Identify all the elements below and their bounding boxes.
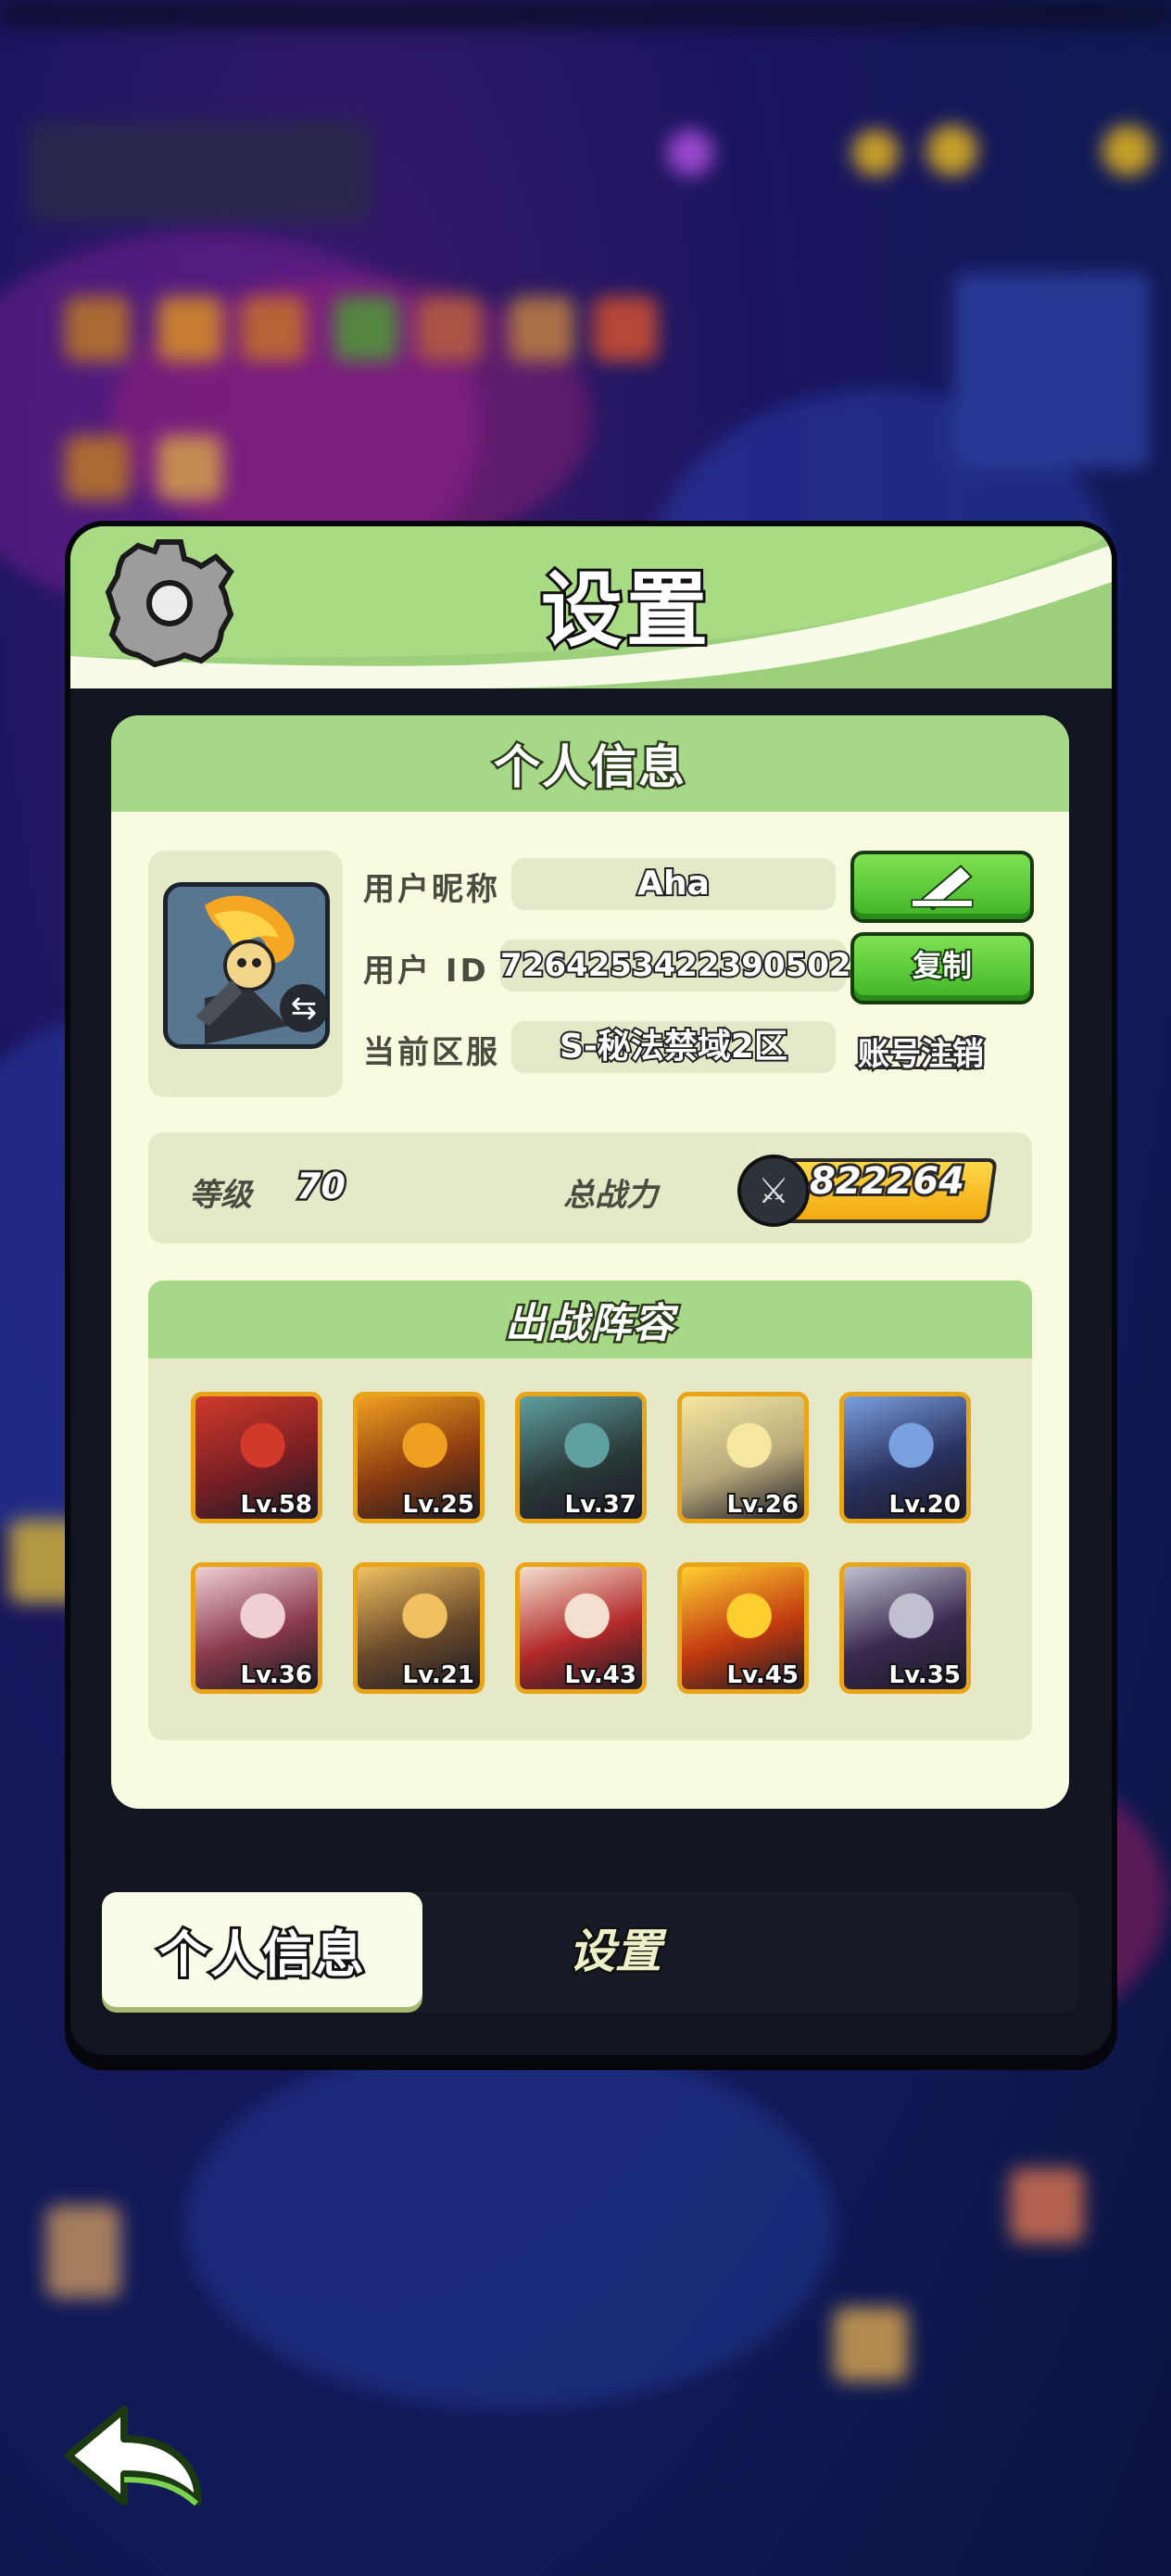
hero-level: Lv.21: [401, 1660, 476, 1689]
tab-bar: 个人信息 设置: [102, 1892, 1078, 2013]
hero-card[interactable]: Lv.20: [839, 1392, 971, 1523]
hero-card[interactable]: Lv.37: [515, 1392, 647, 1523]
hero-level: Lv.35: [888, 1660, 963, 1689]
user-id-label: 用户 ID: [363, 953, 489, 990]
swap-icon[interactable]: ⇆: [280, 984, 328, 1032]
deregister-account-link[interactable]: 账号注销: [856, 1029, 987, 1076]
hero-level: Lv.36: [239, 1660, 314, 1689]
hero-card[interactable]: Lv.25: [353, 1392, 485, 1523]
nickname-label: 用户昵称: [363, 871, 500, 908]
hero-level: Lv.37: [563, 1489, 638, 1519]
stats-bar: 等级 70 总战力 ⚔ 822264: [148, 1132, 1032, 1244]
hero-card[interactable]: Lv.35: [839, 1562, 971, 1694]
level-value: 70: [295, 1164, 348, 1209]
hero-card[interactable]: Lv.43: [515, 1562, 647, 1694]
hero-card[interactable]: Lv.58: [191, 1392, 322, 1523]
hero-level: Lv.43: [563, 1660, 638, 1689]
server-field: S-秘法禁域2区: [511, 1021, 836, 1073]
hero-card[interactable]: Lv.21: [353, 1562, 485, 1694]
hero-card[interactable]: Lv.26: [677, 1392, 809, 1523]
power-label: 总战力: [563, 1177, 658, 1214]
crossed-swords-icon: ⚔: [737, 1155, 810, 1227]
lineup-title: 出战阵容: [503, 1298, 676, 1350]
battle-lineup: 出战阵容 Lv.58 Lv.25 Lv.37 Lv.26 Lv.20 Lv.36 Lv.21…: [148, 1281, 1032, 1740]
pencil-icon: [911, 865, 974, 911]
hero-level: Lv.25: [401, 1489, 476, 1519]
user-id-field: 72642534223905021: [498, 940, 875, 991]
dialog-title: 设置: [538, 560, 711, 661]
avatar-card: ⇆: [148, 851, 343, 1097]
profile-panel: 个人信息 ⇆ 用户昵称 Aha 用户 ID 72642534223905021 …: [111, 715, 1069, 1809]
hero-card[interactable]: Lv.45: [677, 1562, 809, 1694]
server-label: 当前区服: [363, 1034, 500, 1071]
hero-level: Lv.20: [888, 1489, 963, 1519]
profile-section-title: 个人信息: [492, 739, 687, 797]
power-value: 822264: [807, 1157, 967, 1206]
edit-nickname-button[interactable]: [850, 851, 1034, 923]
copy-id-button[interactable]: 复制: [850, 932, 1034, 1004]
settings-dialog: 设置 个人信息 ⇆ 用户昵称 Aha 用户 ID 726425342239050…: [65, 521, 1117, 2061]
back-arrow-icon[interactable]: [59, 2400, 208, 2511]
hero-level: Lv.26: [725, 1489, 800, 1519]
profile-panel-header: 个人信息: [111, 715, 1069, 812]
hero-card[interactable]: Lv.36: [191, 1562, 322, 1694]
gear-icon: [100, 534, 239, 673]
nickname-field: Aha: [511, 858, 836, 910]
level-label: 等级: [189, 1177, 252, 1214]
hero-level: Lv.58: [239, 1489, 314, 1519]
hero-level: Lv.45: [725, 1660, 800, 1689]
lineup-header: 出战阵容: [148, 1281, 1032, 1358]
tab-profile[interactable]: 个人信息: [102, 1892, 422, 2007]
tab-settings[interactable]: 设置: [495, 1914, 736, 1989]
tab-profile-label: 个人信息: [156, 1923, 367, 1987]
